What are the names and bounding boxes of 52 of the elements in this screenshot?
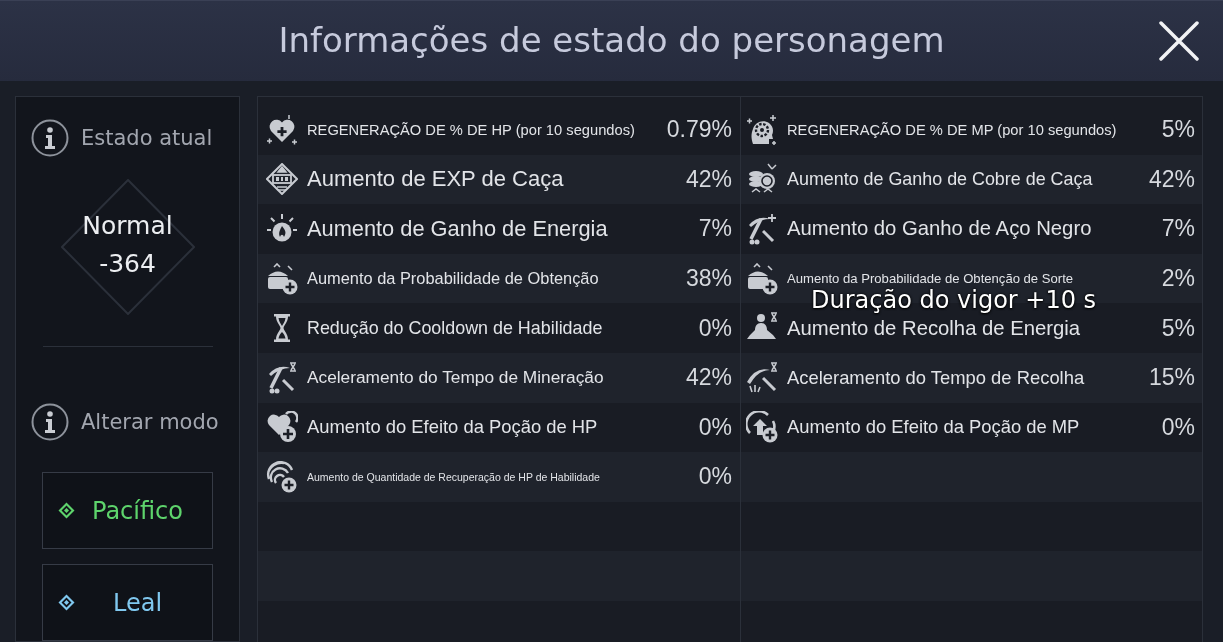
stat-label: Aumento do Efeito da Poção de HP xyxy=(307,416,599,439)
gear-head-icon xyxy=(746,113,778,146)
stat-value: 0% xyxy=(1161,413,1195,441)
state-value: -364 xyxy=(99,248,156,279)
stat-label: Aumento do Efeito da Poção de MP xyxy=(787,416,1081,439)
stat-label: Aumento de Ganho de Cobre de Caça xyxy=(787,168,1094,190)
arrow-swirl-plus-icon xyxy=(746,411,778,444)
close-button[interactable] xyxy=(1159,21,1199,61)
info-icon[interactable] xyxy=(31,119,69,157)
stat-value: 7% xyxy=(1161,215,1195,243)
state-label: Normal xyxy=(82,210,173,241)
stat-label: Aceleramento do Tempo de Mineração xyxy=(307,367,605,389)
stat-label: Aumento da Probabilidade de Obtenção de Sorte xyxy=(787,271,1075,287)
sickle-icon xyxy=(746,361,778,394)
stat-value: 0.79% xyxy=(666,116,732,144)
stat-label: Aumento de Recolha de Energia xyxy=(787,316,1082,340)
coin-stack-icon xyxy=(746,163,778,196)
stat-value: 15% xyxy=(1148,364,1195,392)
section-heading: Alterar modo xyxy=(81,410,219,434)
section-heading: Estado atual xyxy=(81,126,213,150)
stat-value: 0% xyxy=(698,413,732,441)
heart-plus-icon xyxy=(266,113,298,146)
stat-label: REGENERAÇÃO DE % DE HP (por 10 segundos) xyxy=(307,121,636,138)
stat-label: Aumento da Probabilidade de Obtenção xyxy=(307,269,600,289)
window-title: Informações de estado do personagem xyxy=(278,20,945,62)
stat-value: 5% xyxy=(1161,116,1195,144)
stat-value: 42% xyxy=(1148,165,1195,193)
stat-value: 2% xyxy=(1161,265,1195,293)
info-icon[interactable] xyxy=(31,403,69,441)
close-icon xyxy=(1159,21,1199,61)
chest-plus-icon xyxy=(746,262,778,295)
stat-value: 42% xyxy=(685,364,732,392)
chest-plus-icon xyxy=(266,262,298,295)
stat-label: Aumento de EXP de Caça xyxy=(307,166,565,193)
stat-label: REGENERAÇÃO DE % DE MP (por 10 segundos) xyxy=(787,121,1118,138)
stat-label: Aumento de Quantidade de Recuperação de HP de Habilidade xyxy=(307,470,601,483)
toast-message: Duração do vigor +10 s xyxy=(811,288,1097,312)
stat-label: Aumento de Ganho de Energia xyxy=(307,216,609,242)
stat-label: Redução do Cooldown de Habilidade xyxy=(307,317,604,339)
hearts-plus-icon xyxy=(266,411,298,444)
stat-label: Aceleramento do Tempo de Recolha xyxy=(787,366,1086,389)
stat-value: 0% xyxy=(698,314,732,342)
mode-button[interactable]: Leal xyxy=(42,564,213,641)
mode-button[interactable]: Pacífico xyxy=(42,472,213,549)
stat-value: 0% xyxy=(698,463,732,491)
stat-value: 5% xyxy=(1161,314,1195,342)
stat-value: 42% xyxy=(685,165,732,193)
stat-value: 7% xyxy=(698,215,732,243)
stat-label: Aumento do Ganho de Aço Negro xyxy=(787,217,1093,241)
diamond-emblem-icon xyxy=(266,163,298,196)
stat-value: 38% xyxy=(685,265,732,293)
swirl-plus-icon xyxy=(266,460,298,493)
